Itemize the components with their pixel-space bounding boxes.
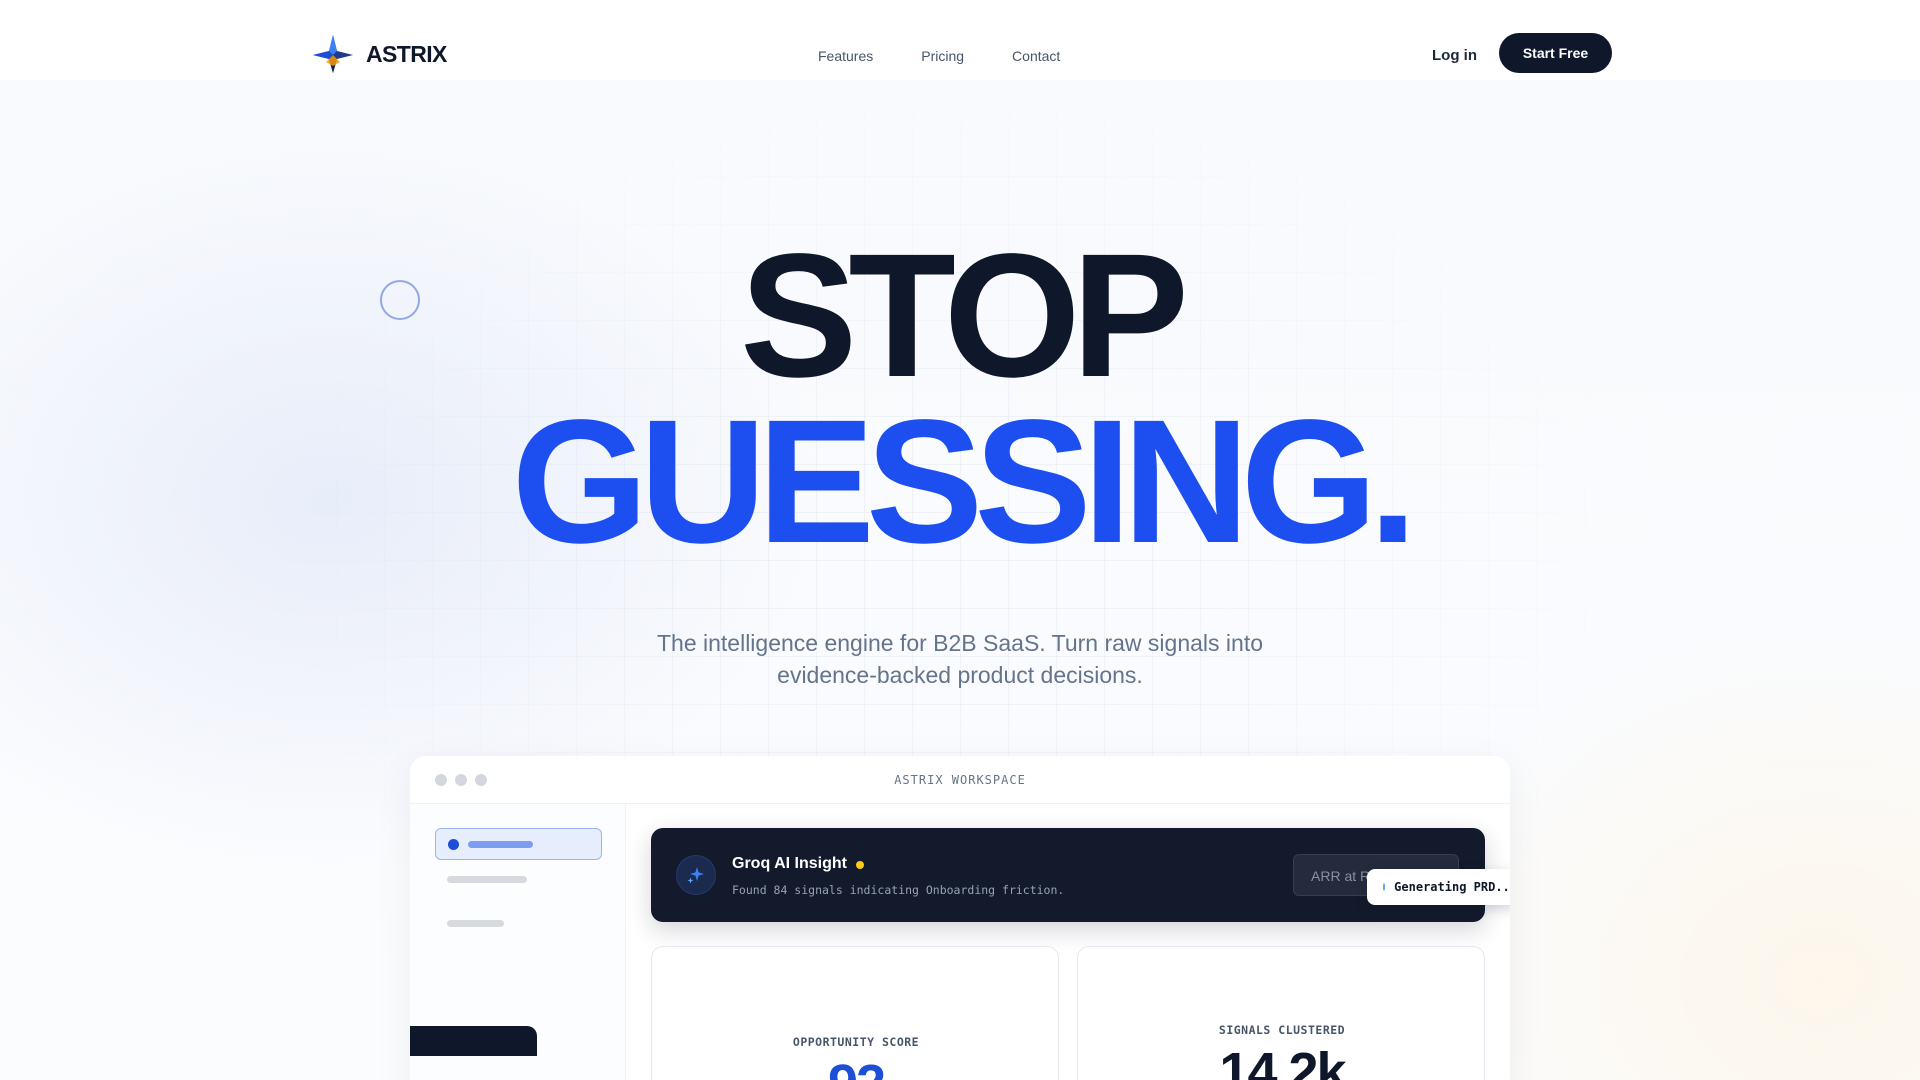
hero-subtitle: The intelligence engine for B2B SaaS. Tu… <box>560 627 1360 691</box>
start-free-button[interactable]: Start Free <box>1499 33 1612 73</box>
hero-subtitle-line2: evidence-backed product decisions. <box>777 662 1143 688</box>
workspace-sidebar <box>410 804 626 1080</box>
opportunity-score-label: OPPORTUNITY SCORE <box>792 1035 920 1049</box>
top-navbar: ASTRIX Features Pricing Contact Log in S… <box>0 0 1920 80</box>
workspace-titlebar: ASTRIX WORKSPACE <box>410 756 1510 804</box>
ai-insight-banner: Groq AI Insight Found 84 signals indicat… <box>651 828 1485 922</box>
sidebar-item-active[interactable] <box>435 828 602 860</box>
hero-headline-line1: STOP <box>739 218 1189 414</box>
generating-prd-label: Generating PRD... <box>1394 880 1510 894</box>
sidebar-item-placeholder[interactable] <box>447 920 504 927</box>
signals-clustered-card: SIGNALS CLUSTERED 14.2k <box>1077 946 1485 1080</box>
insight-title: Groq AI Insight <box>732 855 847 872</box>
hero-headline-line2: GUESSING. <box>511 384 1418 580</box>
nav-link-contact[interactable]: Contact <box>1012 48 1060 64</box>
sidebar-active-placeholder <box>468 841 533 848</box>
opportunity-score-value: 92 <box>652 1053 1058 1080</box>
brand-logo[interactable]: ASTRIX <box>312 34 447 74</box>
signals-clustered-label: SIGNALS CLUSTERED <box>1218 1023 1346 1037</box>
signals-clustered-value: 14.2k <box>1219 1042 1346 1080</box>
sparkles-icon <box>676 855 716 895</box>
insight-text: Found 84 signals indicating Onboarding f… <box>732 883 1065 897</box>
opportunity-score-card: OPPORTUNITY SCORE 92 <box>651 946 1059 1080</box>
status-dot <box>1383 883 1386 891</box>
login-link[interactable]: Log in <box>1432 47 1477 64</box>
star-logo-icon <box>313 35 353 73</box>
workspace-title: ASTRIX WORKSPACE <box>894 773 1026 787</box>
nav-link-pricing[interactable]: Pricing <box>921 48 964 64</box>
hero-subtitle-line1: The intelligence engine for B2B SaaS. Tu… <box>656 630 1264 656</box>
nav-link-features[interactable]: Features <box>818 48 873 64</box>
workspace-preview: ASTRIX WORKSPACE Groq AI Insight Found 8… <box>410 756 1510 1080</box>
generating-prd-pill: Generating PRD... <box>1367 869 1510 905</box>
sidebar-active-dot <box>448 839 459 850</box>
sidebar-item-placeholder[interactable] <box>447 876 527 883</box>
sidebar-dark-tab[interactable] <box>410 1026 537 1056</box>
nav-links: Features Pricing Contact <box>818 48 1060 64</box>
insight-live-dot <box>856 861 864 869</box>
brand-name: ASTRIX <box>366 40 447 67</box>
